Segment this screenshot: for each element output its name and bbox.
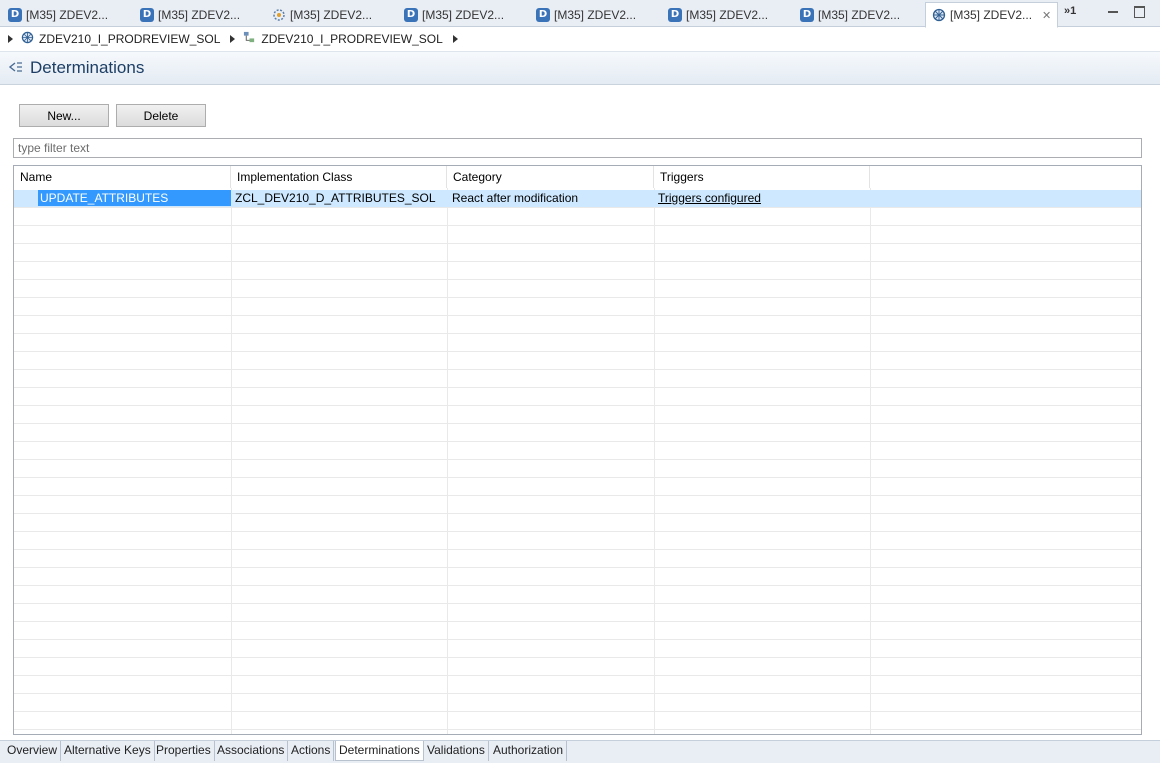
tab-overview[interactable]: Overview bbox=[4, 741, 62, 761]
ddic-icon: D bbox=[668, 7, 682, 22]
tab-properties[interactable]: Properties bbox=[153, 741, 215, 761]
empty-table-row bbox=[14, 712, 1141, 730]
table-header: Name Implementation Class Category Trigg… bbox=[14, 166, 1141, 188]
empty-table-row bbox=[14, 334, 1141, 352]
empty-table-row bbox=[14, 406, 1141, 424]
breadcrumb-label: ZDEV210_I_PRODREVIEW_SOL bbox=[39, 32, 221, 46]
editor-tab[interactable]: [M35] ZDEV2... bbox=[266, 2, 394, 27]
column-header-name[interactable]: Name bbox=[14, 166, 231, 188]
bottom-tab-bar: Overview Alternative Keys Properties Ass… bbox=[0, 740, 1160, 763]
empty-table-row bbox=[14, 496, 1141, 514]
editor-tab-label: [M35] ZDEV2... bbox=[422, 7, 505, 22]
maximize-icon[interactable] bbox=[1132, 4, 1146, 18]
editor-tab[interactable]: D [M35] ZDEV2... bbox=[2, 2, 130, 27]
editor-tab[interactable]: D [M35] ZDEV2... bbox=[530, 2, 658, 27]
empty-table-row bbox=[14, 550, 1141, 568]
editor-tab-label: [M35] ZDEV2... bbox=[818, 7, 901, 22]
tab-overflow-button[interactable]: »1 bbox=[1064, 5, 1076, 17]
cell-name[interactable]: UPDATE_ATTRIBUTES bbox=[32, 190, 231, 208]
node-tree-icon bbox=[243, 31, 256, 47]
bo-icon bbox=[932, 8, 946, 22]
breadcrumb-label: ZDEV210_I_PRODREVIEW_SOL bbox=[261, 32, 443, 46]
cell-name-value: UPDATE_ATTRIBUTES bbox=[38, 190, 231, 206]
empty-table-row bbox=[14, 208, 1141, 226]
ddic-icon: D bbox=[800, 7, 814, 22]
column-header-implementation-class[interactable]: Implementation Class bbox=[231, 166, 447, 188]
empty-table-row bbox=[14, 604, 1141, 622]
empty-table-row bbox=[14, 280, 1141, 298]
behavior-icon bbox=[272, 8, 286, 22]
empty-table-row bbox=[14, 316, 1141, 334]
empty-table-row bbox=[14, 730, 1141, 734]
empty-table-row bbox=[14, 568, 1141, 586]
editor-tab-label: [M35] ZDEV2... bbox=[26, 7, 109, 22]
tab-actions[interactable]: Actions bbox=[288, 741, 335, 761]
editor-tab-label: [M35] ZDEV2... bbox=[290, 7, 373, 22]
breadcrumb: ZDEV210_I_PRODREVIEW_SOL ZDEV210_I_PRODR… bbox=[0, 28, 1160, 50]
collapse-icon[interactable] bbox=[8, 60, 24, 77]
ddic-icon: D bbox=[404, 7, 418, 22]
tab-associations[interactable]: Associations bbox=[214, 741, 289, 761]
breadcrumb-item[interactable]: ZDEV210_I_PRODREVIEW_SOL bbox=[21, 31, 220, 47]
table-row[interactable]: UPDATE_ATTRIBUTES ZCL_DEV210_D_ATTRIBUTE… bbox=[14, 190, 1141, 208]
empty-table-row bbox=[14, 244, 1141, 262]
empty-table-row bbox=[14, 298, 1141, 316]
delete-button[interactable]: Delete bbox=[116, 104, 206, 127]
new-button[interactable]: New... bbox=[19, 104, 109, 127]
ddic-icon: D bbox=[140, 7, 154, 22]
cell-implementation-class[interactable]: ZCL_DEV210_D_ATTRIBUTES_SOL bbox=[229, 190, 436, 208]
empty-table-row bbox=[14, 226, 1141, 244]
section-header: Determinations bbox=[0, 51, 1160, 85]
empty-table-row bbox=[14, 352, 1141, 370]
editor-tab-label: [M35] ZDEV2... bbox=[554, 7, 637, 22]
column-header-triggers[interactable]: Triggers bbox=[654, 166, 870, 188]
page-title: Determinations bbox=[30, 58, 145, 77]
empty-table-row bbox=[14, 460, 1141, 478]
tab-alternative-keys[interactable]: Alternative Keys bbox=[61, 741, 155, 761]
empty-table-row bbox=[14, 370, 1141, 388]
editor-tab-bar: D [M35] ZDEV2... D [M35] ZDEV2... [M35] … bbox=[0, 0, 1160, 28]
empty-table-row bbox=[14, 478, 1141, 496]
empty-table-row bbox=[14, 586, 1141, 604]
empty-table-row bbox=[14, 676, 1141, 694]
bo-icon bbox=[21, 31, 34, 47]
tab-determinations[interactable]: Determinations bbox=[335, 741, 424, 761]
empty-table-row bbox=[14, 640, 1141, 658]
empty-table-row bbox=[14, 442, 1141, 460]
empty-table-row bbox=[14, 514, 1141, 532]
empty-table-row bbox=[14, 622, 1141, 640]
determinations-table: Name Implementation Class Category Trigg… bbox=[13, 165, 1142, 735]
editor-tab-label: [M35] ZDEV2... bbox=[158, 7, 241, 22]
empty-table-row bbox=[14, 658, 1141, 676]
chevron-right-icon[interactable] bbox=[8, 35, 13, 43]
editor-tab-label: [M35] ZDEV2... bbox=[686, 7, 769, 22]
column-header-category[interactable]: Category bbox=[447, 166, 654, 188]
ddic-icon: D bbox=[8, 7, 22, 22]
editor-tab[interactable]: D [M35] ZDEV2... bbox=[794, 2, 922, 27]
cell-triggers[interactable]: Triggers configured bbox=[652, 190, 761, 208]
editor-tab-label: [M35] ZDEV2... bbox=[950, 8, 1033, 22]
chevron-right-icon[interactable] bbox=[230, 35, 236, 43]
minimize-icon[interactable] bbox=[1106, 4, 1120, 18]
editor-tab[interactable]: D [M35] ZDEV2... bbox=[134, 2, 262, 27]
breadcrumb-item[interactable]: ZDEV210_I_PRODREVIEW_SOL bbox=[243, 31, 443, 47]
empty-table-row bbox=[14, 388, 1141, 406]
chevron-right-icon[interactable] bbox=[452, 35, 458, 43]
editor-tab-active[interactable]: [M35] ZDEV2... ✕ bbox=[925, 2, 1058, 28]
empty-table-row bbox=[14, 532, 1141, 550]
cell-category[interactable]: React after modification bbox=[446, 190, 578, 208]
editor-tab[interactable]: D [M35] ZDEV2... bbox=[662, 2, 790, 27]
filter-input[interactable] bbox=[13, 138, 1142, 158]
triggers-link[interactable]: Triggers configured bbox=[658, 191, 761, 205]
empty-table-row bbox=[14, 694, 1141, 712]
close-icon[interactable]: ✕ bbox=[1042, 9, 1051, 22]
tab-authorization[interactable]: Authorization bbox=[490, 741, 568, 761]
editor-tab[interactable]: D [M35] ZDEV2... bbox=[398, 2, 526, 27]
ddic-icon: D bbox=[536, 7, 550, 22]
empty-table-row bbox=[14, 424, 1141, 442]
tab-validations[interactable]: Validations bbox=[424, 741, 489, 761]
empty-table-row bbox=[14, 262, 1141, 280]
